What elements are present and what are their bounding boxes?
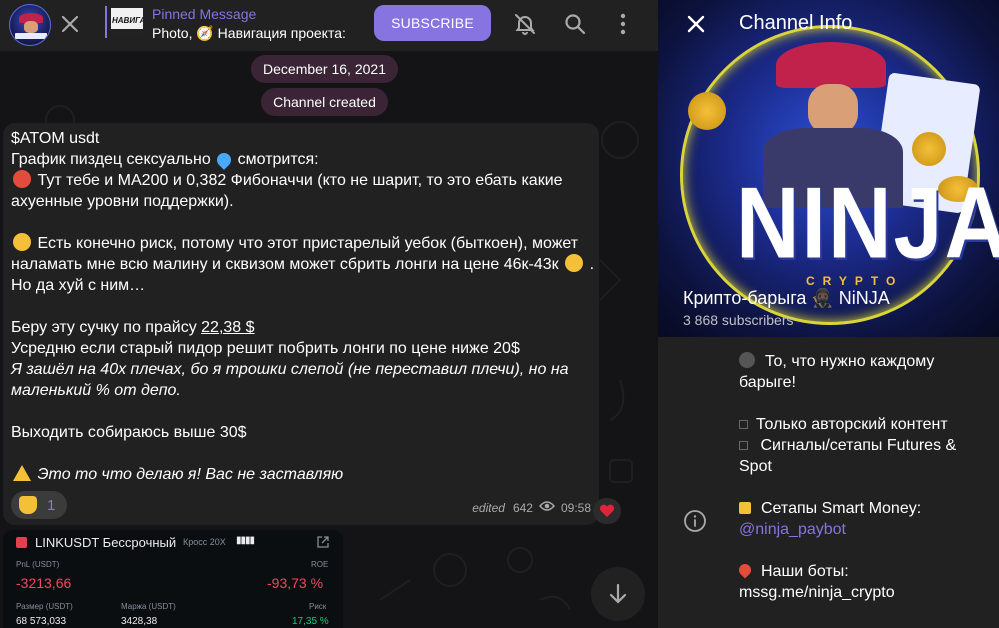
message-text: График пиздец сексуально [11,151,211,168]
message-time: 09:58 [560,501,591,515]
sleepy-face-emoji-icon [565,254,584,272]
message-text: Тут тебе и МА200 и 0,382 Фибоначчи (кто … [33,172,563,189]
close-icon[interactable] [58,12,82,36]
desc-text: Наши боты: [761,563,849,580]
signal-bars-icon: ▮▮▮▮ [236,535,255,546]
more-options-icon[interactable] [610,11,636,37]
message-italic-text: маленький % от депо. [11,382,181,399]
desc-text: Сигналы/сетапы Futures & [760,437,957,454]
position-title: LINKUSDT Бессрочный [35,535,177,550]
size-label: Размер (USDT) [16,602,73,611]
exchange-logo-icon [16,537,27,548]
service-message-channel-created: Channel created [261,88,388,116]
risk-value: 17,35 % [292,616,329,627]
info-icon [682,508,708,534]
message-text: . [589,256,595,273]
eye-icon [538,498,555,519]
position-leverage: Кросс 20X [183,537,226,547]
desc-text: Spot [739,458,772,475]
pinned-thumbnail[interactable]: НАВИГА [111,8,143,38]
info-header-bar: Channel Info [658,0,999,48]
message-line: ахуенные уровни поддержки). [11,193,234,210]
message-meta: edited 642 09:58 [472,498,591,519]
channel-avatar[interactable] [9,4,51,46]
subscriber-count: 3 868 subscribers [683,312,794,328]
chat-header: НАВИГА Pinned Message Photo, 🧭 Навигация… [0,0,658,51]
message-bubble[interactable]: $ATOM usdt График пиздец сексуально смот… [3,123,599,525]
channel-info-panel: NINJA CRYPTO Channel Info Крипто-барыга … [658,0,999,628]
info-title: Channel Info [739,12,853,34]
mute-bell-icon[interactable] [512,11,538,37]
pnl-label: PnL (USDT) [16,560,60,569]
sweat-droplets-emoji-icon [214,150,235,170]
channel-cover-image: NINJA CRYPTO Channel Info Крипто-барыга … [658,0,999,337]
pinned-divider [105,6,107,38]
share-icon [317,535,329,548]
message-text: Есть конечно риск, потому что этот прист… [33,235,579,252]
pinned-message-label[interactable]: Pinned Message [152,6,256,22]
message-italic-text: Это то что делаю я! Вас не заставляю [33,466,344,483]
desc-text: Сетапы Smart Money: [761,500,922,517]
price-underlined[interactable]: 22,38 $ [201,319,254,336]
logo-ninja-face [808,84,858,134]
views-count: 642 [512,501,533,515]
logo-ninja-hat [776,42,886,88]
message-italic-text: Я зашёл на 40х плечах, бо я трошки слепо… [11,361,569,378]
subscribe-button[interactable]: SUBSCRIBE [374,5,491,41]
date-chip: December 16, 2021 [251,55,398,83]
pnl-value: -3213,66 [16,575,72,591]
chat-column: НАВИГА Pinned Message Photo, 🧭 Навигация… [0,0,658,628]
margin-label: Маржа (USDT) [121,602,176,611]
message-line: $ATOM usdt [11,130,100,147]
pushpin-icon [736,561,754,579]
message-line: Выходить собираюсь выше 30$ [11,424,247,441]
reaction-count: 1 [47,496,56,514]
channel-description: То, что нужно каждому барыге! Только авт… [736,351,989,603]
logo-word: NINJA [736,165,999,280]
message-text: Беру эту сучку по прайсу [11,319,202,336]
message-text: смотрится: [237,151,319,168]
search-icon[interactable] [562,11,588,37]
margin-value: 3428,38 [121,616,158,627]
black-square-icon [739,420,748,429]
warning-emoji-icon [13,465,31,481]
ninja-emoji-icon [739,352,755,368]
thumbs-up-icon [19,496,37,514]
pinned-message-text[interactable]: Photo, 🧭 Навигация проекта: [152,25,346,42]
message-line: Усредню если старый пидор решит побрить … [11,340,520,357]
heart-reaction-icon[interactable] [593,498,621,524]
edited-label: edited [472,501,505,515]
pinned-thumbnail-text: НАВИГА [112,16,143,25]
roe-label: ROE [311,560,329,569]
message-line: Но да хуй с ним… [11,277,146,294]
desc-text: Только авторский контент [756,416,948,433]
thinking-face-emoji-icon [13,233,31,251]
close-icon[interactable] [682,10,710,38]
logo-subword: CRYPTO [806,274,904,288]
desc-text: То, что нужно каждому [765,353,935,370]
coin-icon [688,92,726,130]
message-text: наламать мне всю малину и сквизом может … [11,256,559,273]
black-square-icon [739,441,748,450]
risk-label: Риск [309,602,327,611]
desc-text: барыге! [739,374,796,391]
hot-face-emoji-icon [13,170,31,188]
scroll-to-bottom-button[interactable] [591,567,645,621]
size-value: 68 573,033 [16,616,67,627]
bots-link[interactable]: mssg.me/ninja_crypto [739,582,989,603]
lock-icon [739,502,751,514]
reaction-thumbs-up[interactable]: 1 [11,491,67,519]
coin-icon [912,132,946,166]
channel-name: Крипто-барыга 🥷🏿 NiNJA [683,288,890,308]
paybot-link[interactable]: @ninja_paybot [739,521,846,538]
roe-value: -93,73 % [267,575,324,591]
position-screenshot[interactable]: LINKUSDT Бессрочный Кросс 20X ▮▮▮▮ PnL (… [3,530,343,628]
